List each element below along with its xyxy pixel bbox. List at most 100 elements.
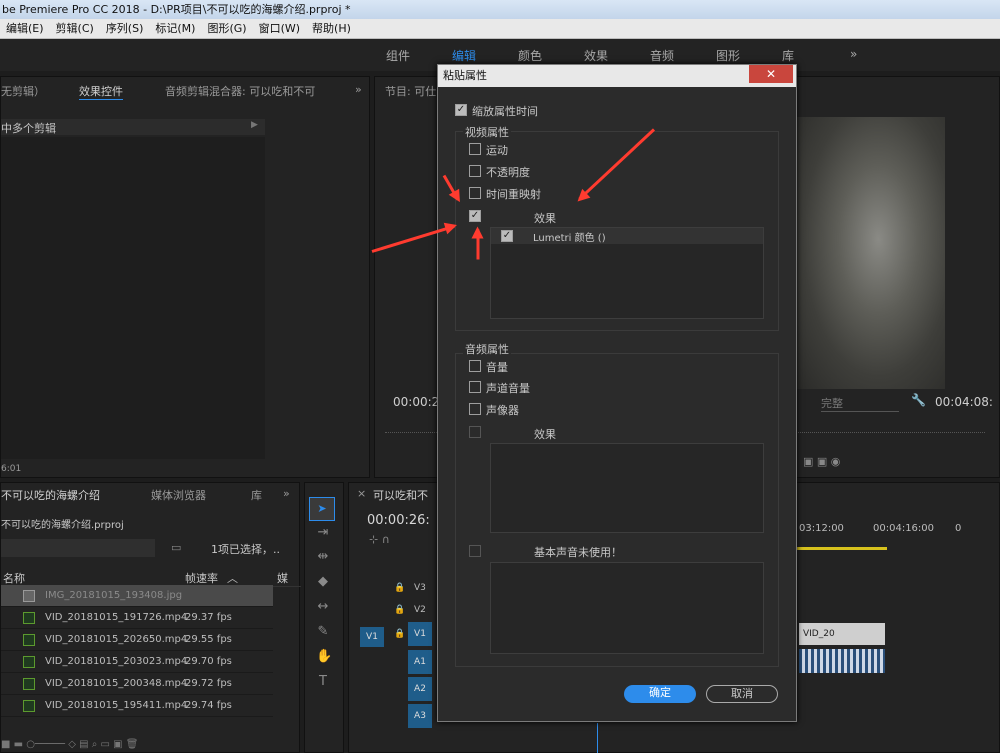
lock-icon[interactable]: 🔒	[394, 605, 405, 615]
work-area-bar[interactable]	[795, 547, 887, 550]
workspace-overflow-button[interactable]: »	[850, 47, 857, 61]
workspace-audio[interactable]: 音频	[650, 47, 674, 64]
track-header-a1[interactable]: A1	[408, 650, 432, 674]
lumetri-checkbox[interactable]: ✓	[501, 230, 513, 242]
volume-checkbox[interactable]	[469, 360, 481, 372]
playhead[interactable]	[597, 723, 598, 753]
list-item[interactable]: VID_20181015_203023.mp4 29.70 fps	[1, 651, 273, 673]
tab-audio-clip-mixer[interactable]: 音频剪辑混合器: 可以吃和不可	[165, 83, 315, 99]
lock-icon[interactable]: 🔒	[394, 583, 405, 593]
panner-checkbox[interactable]	[469, 403, 481, 415]
cancel-button[interactable]: 取消	[706, 685, 778, 703]
channel-volume-checkbox[interactable]	[469, 381, 481, 393]
audio-attributes-heading: 音频属性	[463, 341, 511, 357]
opacity-label: 不透明度	[486, 166, 530, 179]
effect-row-lumetri[interactable]: ✓ Lumetri 颜色 ()	[491, 228, 763, 244]
tab-media-browser[interactable]: 媒体浏览器	[151, 487, 206, 503]
workspace-color[interactable]: 颜色	[518, 47, 542, 64]
export-frame-icon[interactable]: ▣ ▣ ◉	[803, 455, 840, 468]
list-item[interactable]: VID_20181015_191726.mp4 29.37 fps	[1, 607, 273, 629]
time-remap-checkbox[interactable]	[469, 187, 481, 199]
item-fps: 29.37 fps	[185, 612, 232, 623]
wrench-icon[interactable]: 🔧	[911, 393, 926, 407]
volume-label: 音量	[486, 361, 508, 374]
timeline-timecode[interactable]: 00:00:26:	[367, 513, 430, 528]
tab-source[interactable]: 无剪辑）	[1, 83, 45, 99]
panel-overflow-icon[interactable]: »	[355, 83, 362, 96]
menu-help[interactable]: 帮助(H)	[306, 22, 357, 35]
video-effects-list: ✓ Lumetri 颜色 ()	[490, 227, 764, 319]
column-name[interactable]: 名称	[3, 570, 25, 586]
razor-tool-icon[interactable]: ◆	[316, 575, 330, 589]
close-icon[interactable]: ×	[357, 487, 366, 500]
tab-sequence[interactable]: 可以吃和不	[373, 487, 428, 503]
menu-clip[interactable]: 剪辑(C)	[50, 22, 100, 35]
timeline-clip[interactable]: VID_20	[799, 623, 885, 645]
list-item[interactable]: IMG_20181015_193408.jpg	[1, 585, 273, 607]
column-media[interactable]: 媒	[277, 570, 288, 586]
column-frame-rate[interactable]: 帧速率	[185, 570, 218, 586]
workspace-graphics[interactable]: 图形	[716, 47, 740, 64]
tab-effect-controls[interactable]: 效果控件	[79, 83, 123, 100]
sort-up-icon[interactable]: ︿	[227, 570, 238, 586]
track-header-v3[interactable]: V3	[414, 583, 426, 593]
workspace-editing[interactable]: 编辑	[452, 47, 476, 64]
expand-icon[interactable]: ▶	[251, 120, 258, 130]
track-header-v2[interactable]: V2	[414, 605, 426, 615]
track-header-v1[interactable]: V1	[408, 622, 432, 646]
playback-quality-select[interactable]: 完整	[821, 395, 899, 412]
bin-icon[interactable]: ▭	[171, 541, 181, 554]
item-name: IMG_20181015_193408.jpg	[45, 590, 183, 601]
selection-tool-icon[interactable]: ➤	[309, 497, 335, 521]
track-header-a3[interactable]: A3	[408, 704, 432, 728]
menu-graphics[interactable]: 图形(G)	[201, 22, 252, 35]
snap-icon[interactable]: ⊹ ∩	[369, 533, 390, 546]
clip-label: VID_20	[803, 629, 835, 639]
ok-button[interactable]: 确定	[624, 685, 696, 703]
tab-libraries[interactable]: 库	[251, 487, 262, 503]
menu-edit[interactable]: 编辑(E)	[0, 22, 50, 35]
scale-attribute-times-checkbox[interactable]: ✓	[455, 104, 467, 116]
effect-controls-panel: 无剪辑） 效果控件 音频剪辑混合器: 可以吃和不可 » 中多个剪辑 ▶ 6:01	[0, 76, 370, 478]
opacity-checkbox[interactable]	[469, 165, 481, 177]
tab-program[interactable]: 节目: 可仕	[385, 83, 436, 99]
tab-project[interactable]: 不可以吃的海螺介绍	[1, 487, 100, 503]
video-effects-checkbox[interactable]: ✓	[469, 210, 481, 222]
item-fps: 29.72 fps	[185, 678, 232, 689]
menu-window[interactable]: 窗口(W)	[253, 22, 306, 35]
pen-tool-icon[interactable]: ✎	[316, 625, 330, 639]
workspace-effects[interactable]: 效果	[584, 47, 608, 64]
track-header-a2[interactable]: A2	[408, 677, 432, 701]
list-item[interactable]: VID_20181015_200348.mp4 29.72 fps	[1, 673, 273, 695]
track-select-tool-icon[interactable]: ⇥	[316, 526, 330, 540]
tools-panel: ➤	[304, 482, 344, 753]
workspace-libraries[interactable]: 库	[782, 47, 794, 64]
ruler-label: 0	[955, 523, 962, 534]
type-tool-icon[interactable]: T	[316, 675, 330, 689]
selection-info: 1项已选择，..	[211, 543, 280, 556]
lumetri-label: Lumetri 颜色 ()	[533, 233, 606, 244]
effect-controls-area	[1, 137, 265, 459]
basic-sound-list	[490, 562, 764, 654]
source-patch-v1[interactable]: V1	[360, 627, 384, 647]
menu-sequence[interactable]: 序列(S)	[100, 22, 150, 35]
basic-sound-checkbox[interactable]	[469, 545, 481, 557]
hand-tool-icon[interactable]: ✋	[316, 650, 332, 664]
panel-overflow-icon[interactable]: »	[283, 487, 290, 500]
ripple-edit-tool-icon[interactable]: ⇹	[316, 550, 330, 564]
list-item[interactable]: VID_20181015_195411.mp4 29.74 fps	[1, 695, 273, 717]
list-item[interactable]: VID_20181015_202650.mp4 29.55 fps	[1, 629, 273, 651]
project-footer-icons[interactable]: ■ ▬ ○───── ◇ ▤ ⌕ ▭ ▣ 🗑	[1, 739, 301, 753]
workspace-assembly[interactable]: 组件	[386, 47, 410, 64]
motion-checkbox[interactable]	[469, 143, 481, 155]
menu-marker[interactable]: 标记(M)	[149, 22, 201, 35]
lock-icon[interactable]: 🔒	[394, 629, 405, 639]
audio-waveform[interactable]	[799, 649, 885, 673]
slip-tool-icon[interactable]: ↔	[316, 600, 330, 614]
video-file-icon	[23, 656, 35, 668]
audio-effects-checkbox[interactable]	[469, 426, 481, 438]
dialog-close-button[interactable]: ✕	[749, 65, 793, 83]
scale-attribute-times-label: 缩放属性时间	[472, 105, 538, 118]
project-search-input[interactable]	[1, 539, 155, 557]
video-file-icon	[23, 700, 35, 712]
